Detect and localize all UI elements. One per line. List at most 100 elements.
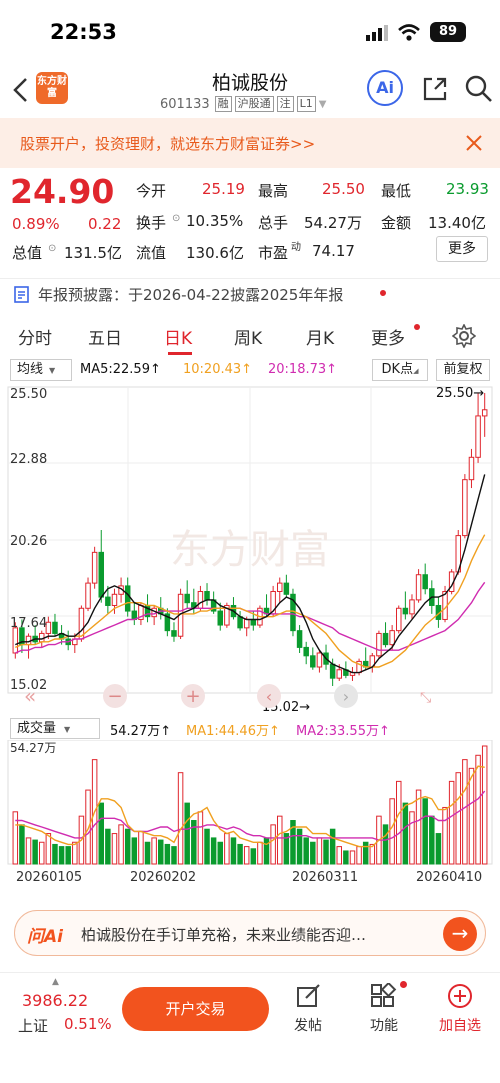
ma-select[interactable]: 均线 ▼: [10, 359, 72, 381]
more-button[interactable]: 更多: [436, 236, 488, 262]
volume-bar: [164, 843, 171, 865]
candle-body: [91, 551, 98, 584]
tab-weekly-k[interactable]: 周K: [234, 324, 262, 349]
candle-body: [422, 574, 428, 590]
last-price: 24.90: [10, 172, 115, 211]
notice-row[interactable]: 年报预披露：于2026-04-22披露2025年年报: [0, 278, 500, 308]
volume-readout: 54.27万↑: [110, 724, 172, 739]
volume-bar: [422, 798, 428, 865]
volume-bar: [409, 811, 415, 865]
promo-banner[interactable]: 股票开户，投资理财，就选东方财富证券>>: [0, 118, 500, 168]
tab-five-day[interactable]: 五日: [88, 324, 122, 349]
info-icon[interactable]: ⊙: [172, 213, 180, 224]
y-tick-label: 25.50: [10, 387, 47, 402]
post-button[interactable]: 发帖: [278, 983, 338, 1035]
volume-max-label: 54.27万: [10, 741, 56, 755]
x-tick-label: 20260410: [416, 870, 483, 885]
search-icon[interactable]: [464, 74, 494, 104]
chevron-up-icon[interactable]: ▲: [52, 977, 59, 987]
volume-bar: [204, 828, 210, 865]
index-change[interactable]: 0.51%: [64, 1015, 112, 1033]
dk-point-label: DK点: [381, 362, 414, 377]
volume-bar: [442, 806, 448, 865]
chevron-down-icon[interactable]: ▼: [319, 99, 327, 110]
signal-icon: [366, 25, 388, 41]
volume-bar: [177, 772, 184, 865]
volume-bar: [32, 839, 38, 865]
candle-body: [111, 593, 118, 606]
ma10-readout: 10:20.43↑: [183, 362, 253, 377]
notice-text[interactable]: 年报预披露：于2026-04-22披露2025年年报: [38, 284, 343, 305]
volume-chart[interactable]: 54.27万: [0, 739, 500, 865]
ai-label: 问Ai: [27, 927, 63, 947]
ai-assistant-icon[interactable]: Ai: [367, 70, 403, 106]
float-cap-value: 130.6亿: [186, 244, 244, 262]
volume-svg[interactable]: 54.27万: [0, 739, 500, 865]
stock-code: 601133: [160, 96, 210, 112]
function-button[interactable]: 功能: [354, 981, 414, 1035]
indicator-select[interactable]: 成交量 ▼: [10, 718, 100, 739]
promo-text[interactable]: 股票开户，投资理财，就选东方财富证券>>: [20, 133, 315, 154]
volume-bar: [270, 824, 276, 865]
dk-point-button[interactable]: DK点◢: [372, 359, 428, 381]
kline-chart[interactable]: 东方财富 25.50 22.88 20.26 17.64 15.02 25.50…: [0, 383, 500, 715]
high-label: 最高: [258, 182, 289, 200]
candle-body: [316, 652, 323, 668]
x-axis-dates: 20260105 20260202 20260311 20260410: [0, 868, 500, 888]
candle-body: [85, 582, 91, 609]
volume-bar: [85, 789, 91, 865]
candle-body: [237, 616, 243, 629]
ma-select-label: 均线: [17, 362, 44, 377]
candle-body: [243, 618, 250, 629]
fullscreen-icon[interactable]: ⤡: [420, 690, 431, 706]
volume-toolbar: 成交量 ▼ 54.27万↑ MA1:44.46万↑ MA2:33.55万↑: [0, 718, 500, 740]
candle-body: [481, 409, 488, 417]
kline-svg[interactable]: 东方财富 25.50 22.88 20.26 17.64 15.02 25.50…: [0, 383, 500, 715]
add-watchlist-button[interactable]: 加自选: [430, 983, 490, 1035]
amount-value: 13.40亿: [428, 214, 486, 232]
tab-more[interactable]: 更多: [371, 324, 405, 349]
high-value: 25.50: [322, 180, 365, 198]
tab-monthly-k[interactable]: 月K: [306, 324, 334, 349]
gear-icon[interactable]: [452, 324, 476, 348]
share-icon[interactable]: [421, 75, 449, 103]
candle-body: [98, 551, 104, 598]
period-tabs: 分时 五日 日K 周K 月K 更多: [0, 318, 500, 358]
pe-value: 74.17: [312, 242, 355, 260]
adjust-button[interactable]: 前复权: [436, 359, 490, 381]
volume-value: 54.27万: [304, 214, 362, 232]
volume-bar: [336, 846, 342, 865]
vol-ma2-readout: MA2:33.55万↑: [296, 724, 390, 739]
candle-body: [105, 596, 111, 606]
candle-body: [329, 663, 336, 679]
arrow-right-icon[interactable]: →: [443, 917, 477, 951]
tab-daily-k[interactable]: 日K: [164, 324, 192, 349]
candle-body: [402, 607, 409, 615]
edit-icon: [297, 984, 320, 1007]
chart-toolbar: 均线 ▼ MA5:22.59↑ 10:20.43↑ 20:18.73↑ DK点◢ …: [0, 359, 500, 383]
open-account-trade-button[interactable]: 开户交易: [122, 987, 269, 1031]
close-icon[interactable]: [465, 134, 483, 152]
volume-label: 总手: [258, 214, 289, 232]
volume-bar: [429, 815, 435, 865]
chevron-left-icon: ‹: [266, 687, 272, 706]
ai-question-bar[interactable]: 问Ai 柏诚股份在手订单充裕，未来业绩能否迎… →: [14, 910, 486, 956]
info-icon[interactable]: ⊙: [48, 243, 56, 254]
tab-intraday[interactable]: 分时: [18, 324, 52, 349]
active-tab-indicator: [168, 352, 192, 355]
candle-body: [204, 591, 210, 601]
scroll-left-icon[interactable]: «: [24, 684, 36, 708]
chevron-right-icon: ›: [343, 687, 349, 706]
volume-bar: [263, 837, 270, 865]
volume-bar: [65, 846, 71, 865]
max-price-marker: 25.50→: [436, 386, 484, 401]
index-name[interactable]: 上证: [18, 1015, 48, 1036]
volume-bar: [39, 841, 45, 865]
ai-question-text[interactable]: 柏诚股份在手订单充裕，未来业绩能否迎…: [81, 924, 366, 945]
index-value[interactable]: 3986.22: [22, 991, 88, 1010]
volume-bar: [230, 837, 237, 865]
add-watchlist-label: 加自选: [439, 1018, 481, 1034]
vol-ma1-readout: MA1:44.46万↑: [186, 724, 280, 739]
float-cap-label: 流值: [136, 244, 167, 262]
status-bar: 22:53 89: [0, 0, 500, 62]
